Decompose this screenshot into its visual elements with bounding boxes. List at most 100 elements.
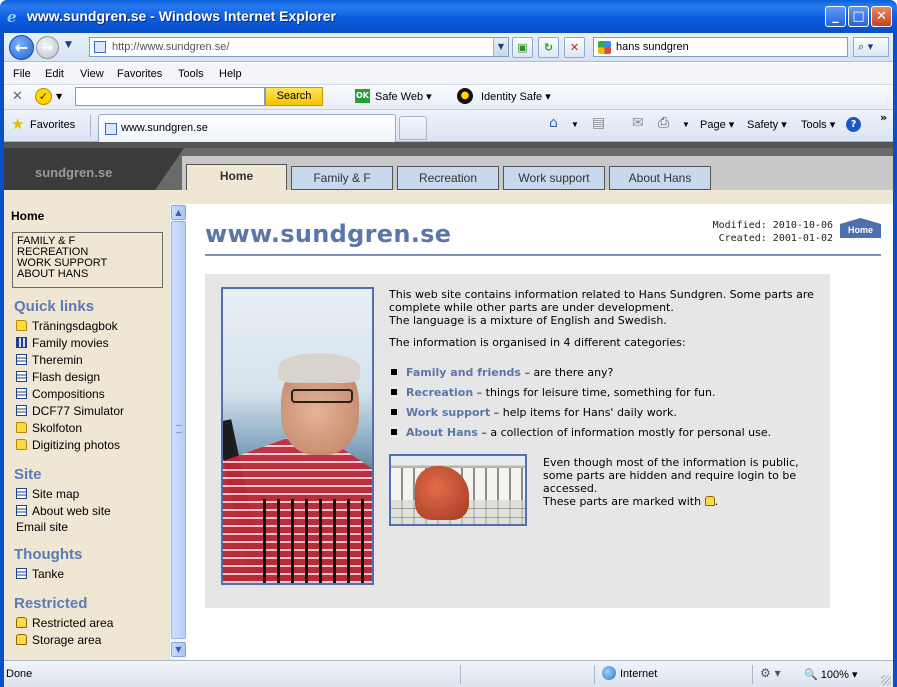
forward-button[interactable]: → [36, 36, 59, 59]
menu-view[interactable]: View [80, 68, 104, 80]
norton-check-icon[interactable]: ✓ [35, 88, 52, 105]
divider [594, 665, 595, 684]
sidebar-item-label: About web site [32, 504, 111, 518]
chevron-more-icon[interactable]: » [880, 111, 887, 124]
sidebar-item-label: Storage area [32, 633, 102, 647]
sidebar-item-theremin[interactable]: Theremin [16, 353, 83, 368]
toolbar-close-icon[interactable]: ✕ [12, 89, 23, 104]
sidebar-item-digitizing-photos[interactable]: Digitizing photos [16, 438, 120, 453]
sidebar-item-email-site[interactable]: Email site [16, 520, 68, 535]
sidebar-item-family-movies[interactable]: Family movies [16, 336, 109, 351]
sidebar-item-skolfoton[interactable]: Skolfoton [16, 421, 82, 436]
safe-web-button[interactable]: Safe Web ▾ [375, 90, 432, 103]
sidebar-item-storage-area[interactable]: Storage area [16, 633, 101, 648]
sidebar-item-about-web-site[interactable]: About web site [16, 504, 111, 519]
search-text: hans sundgren [616, 41, 689, 53]
stop-button[interactable]: ✕ [564, 37, 585, 58]
tab-strip [4, 190, 893, 204]
sidebar-item-label: Träningsdagbok [32, 319, 118, 333]
scrollbar-thumb[interactable] [171, 221, 186, 639]
marked-note-text: These parts are marked with [543, 495, 702, 508]
category-link-recreation[interactable]: Recreation [406, 386, 473, 399]
site-tab-about-hans[interactable]: About Hans [609, 166, 711, 190]
menu-tools[interactable]: Tools [178, 68, 204, 80]
site-tab-work-support[interactable]: Work support [503, 166, 605, 190]
modified-date: Modified: 2010-10-06 [712, 220, 833, 231]
bullet-icon [391, 369, 397, 375]
site-logo[interactable]: sundgren.se [35, 165, 112, 180]
home-badge-icon[interactable]: Home [840, 218, 881, 238]
sidebar-item-flash-design[interactable]: Flash design [16, 370, 100, 385]
favorites-star-icon[interactable]: ★ [11, 115, 24, 133]
access-note: Even though most of the information is p… [543, 456, 799, 495]
history-dropdown-icon[interactable]: ▼ [65, 40, 72, 50]
compatibility-view-button[interactable]: ▣ [512, 37, 533, 58]
norton-search-input[interactable] [75, 87, 265, 106]
close-button[interactable]: ✕ [871, 6, 892, 27]
sidebar-item-label: Family movies [32, 336, 109, 350]
search-go-button[interactable]: ⌕ ▾ [853, 37, 889, 57]
title-divider [205, 254, 881, 256]
sidebar-item-dcf77-simulator[interactable]: DCF77 Simulator [16, 404, 124, 419]
search-input[interactable]: hans sundgren [593, 37, 848, 57]
home-dropdown-icon[interactable]: ▼ [571, 120, 579, 129]
site-tab-recreation[interactable]: Recreation [397, 166, 499, 190]
zoom-level[interactable]: 🔍 100% ▾ [804, 668, 857, 681]
document-icon [16, 354, 27, 365]
sidebar-home-link[interactable]: Home [11, 209, 44, 223]
title-bar: e www.sundgren.se - Windows Internet Exp… [0, 0, 897, 33]
folder-icon [16, 320, 27, 331]
category-link-work-support[interactable]: Work support [406, 406, 490, 419]
content-panel: This web site contains information relat… [205, 274, 830, 608]
category-link-family[interactable]: Family and friends [406, 366, 521, 379]
scroll-up-icon[interactable]: ▲ [171, 205, 186, 220]
identity-safe-button[interactable]: Identity Safe ▾ [481, 90, 551, 103]
film-icon [16, 337, 27, 348]
sidebar-item-label: Site map [32, 487, 80, 501]
sidebar-item-traningsdagbok[interactable]: Träningsdagbok [16, 319, 118, 334]
resize-grip[interactable] [881, 675, 891, 685]
site-tab-home[interactable]: Home [186, 164, 287, 191]
menu-help[interactable]: Help [219, 68, 242, 80]
sidebar-item-compositions[interactable]: Compositions [16, 387, 105, 402]
sidebar-link-about-hans[interactable]: ABOUT HANS [17, 269, 158, 280]
maximize-button[interactable]: □ [848, 6, 869, 27]
page-menu[interactable]: Page ▾ [700, 118, 734, 131]
category-link-about-hans[interactable]: About Hans [406, 426, 478, 439]
back-button[interactable]: ← [9, 35, 34, 60]
help-icon[interactable]: ? [846, 117, 861, 132]
browser-tab-active[interactable]: www.sundgren.se [98, 114, 396, 142]
category-desc: – help items for Hans' daily work. [490, 406, 677, 419]
google-icon [598, 41, 611, 54]
menu-edit[interactable]: Edit [45, 68, 64, 80]
sidebar-item-site-map[interactable]: Site map [16, 487, 79, 502]
menu-favorites[interactable]: Favorites [117, 68, 162, 80]
minimize-button[interactable]: _ [825, 6, 846, 27]
scroll-down-icon[interactable]: ▼ [171, 642, 186, 657]
refresh-button[interactable]: ↻ [538, 37, 559, 58]
address-input[interactable]: http://www.sundgren.se/ ▼ [89, 37, 509, 57]
read-mail-icon[interactable]: ✉ [632, 115, 644, 131]
safety-menu[interactable]: Safety ▾ [747, 118, 787, 131]
favorites-button[interactable]: Favorites [30, 119, 75, 131]
new-tab-button[interactable] [399, 116, 427, 140]
sidebar-scrollbar[interactable]: ▲ ▼ [169, 204, 186, 660]
document-icon [16, 388, 27, 399]
tools-menu[interactable]: Tools ▾ [801, 118, 835, 131]
sidebar-item-tanke[interactable]: Tanke [16, 567, 64, 582]
sidebar-item-restricted-area[interactable]: Restricted area [16, 616, 113, 631]
feeds-icon[interactable]: ▤ [592, 115, 605, 131]
address-dropdown-icon[interactable]: ▼ [493, 38, 508, 56]
home-icon[interactable]: ⌂ [549, 115, 558, 131]
protected-mode-icon[interactable]: ⚙ ▾ [760, 666, 781, 680]
lock-icon [16, 634, 27, 645]
sidebar-item-label: Flash design [32, 370, 101, 384]
norton-dropdown-icon[interactable]: ▼ [56, 92, 62, 101]
print-dropdown-icon[interactable]: ▼ [682, 120, 690, 129]
print-icon[interactable]: ⎙ [658, 115, 669, 131]
window-title: www.sundgren.se - Windows Internet Explo… [27, 8, 336, 24]
site-tab-family[interactable]: Family & F [291, 166, 393, 190]
menu-file[interactable]: File [13, 68, 31, 80]
status-text: Done [6, 668, 33, 680]
norton-search-button[interactable]: Search [265, 87, 323, 106]
